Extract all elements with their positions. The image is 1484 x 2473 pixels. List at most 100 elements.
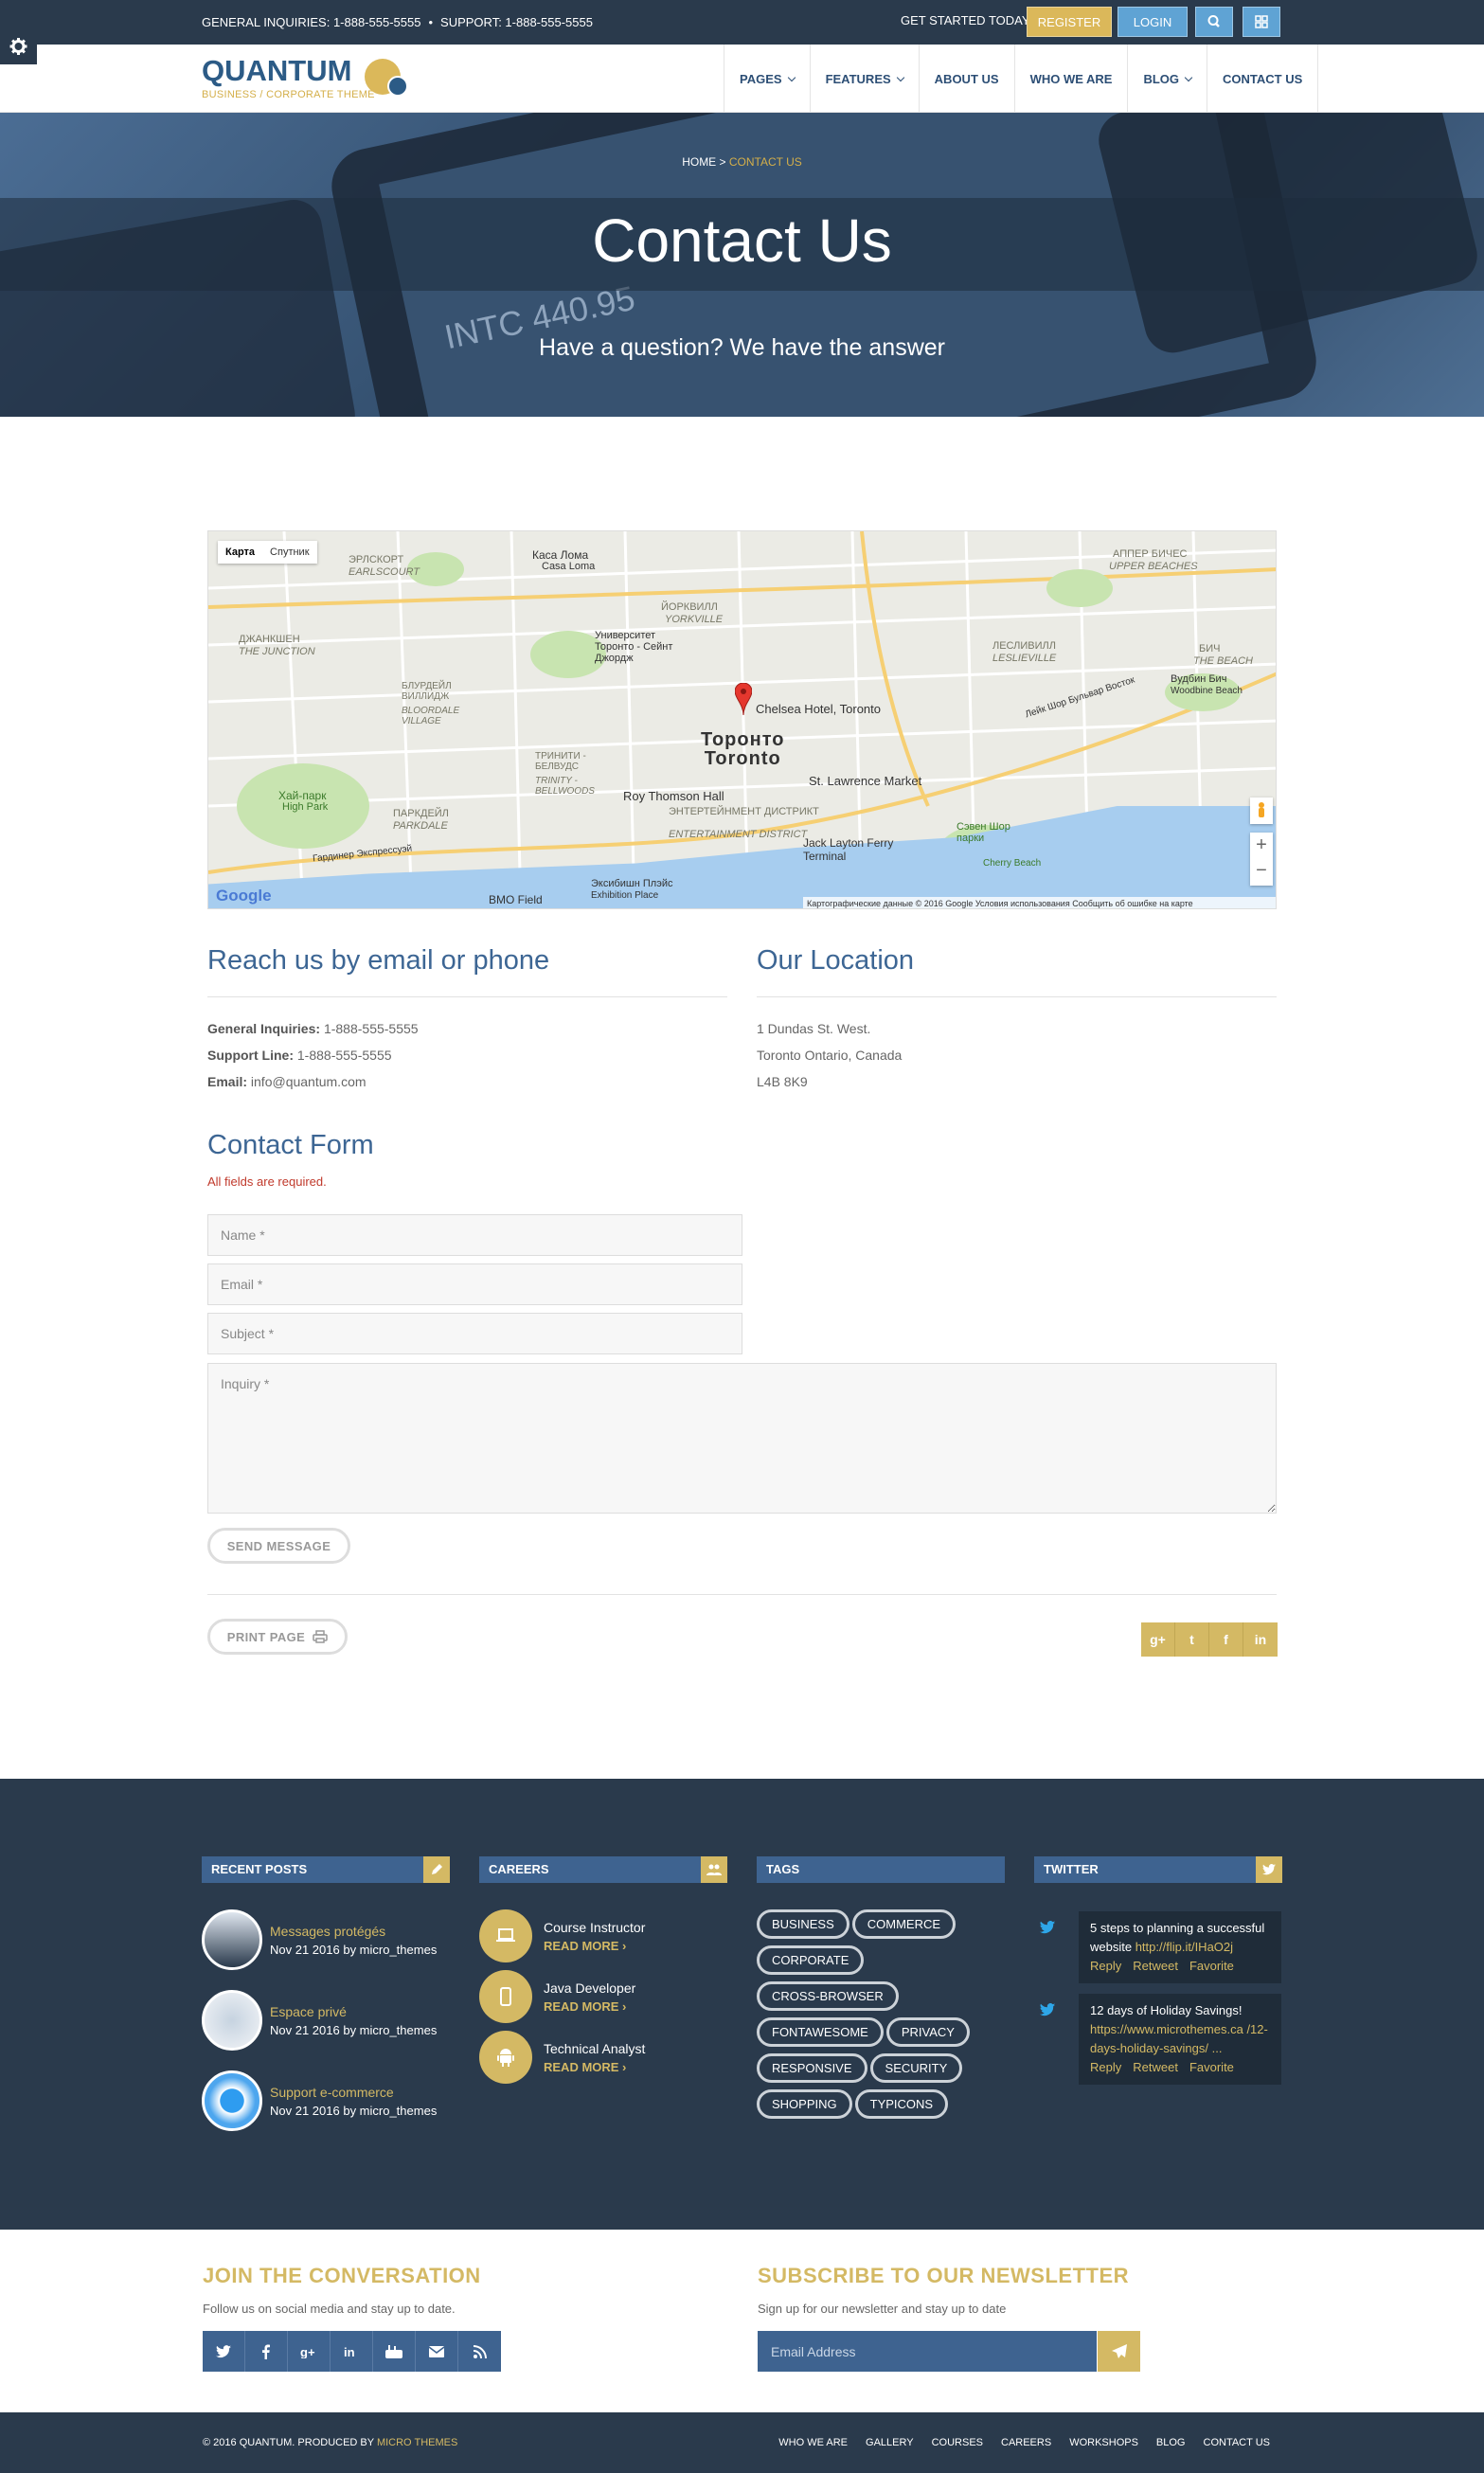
map-label: ЭНТЕРТЕЙНМЕНТ ДИСТРИКТ (669, 806, 819, 817)
career-item[interactable]: Java Developer READ MORE › (479, 1970, 635, 2023)
post-meta: Nov 21 2016 by micro_themes (270, 2103, 438, 2118)
social-email-button[interactable] (416, 2331, 458, 2372)
site-header: QUANTUM BUSINESS / CORPORATE THEME PAGES… (0, 45, 1484, 113)
breadcrumb-home[interactable]: HOME (682, 155, 716, 169)
email-input[interactable] (207, 1263, 742, 1305)
share-facebook-button[interactable]: f (1209, 1622, 1243, 1657)
tag-commerce[interactable]: COMMERCE (851, 1909, 957, 1939)
general-inquiries-label: General Inquiries: (207, 1021, 321, 1036)
gear-icon (9, 38, 27, 55)
producer-link[interactable]: MICRO THEMES (377, 2437, 457, 2448)
share-linkedin-button[interactable]: in (1243, 1622, 1278, 1657)
our-location-heading: Our Location (757, 945, 915, 976)
tag-cross-browser[interactable]: CROSS-BROWSER (757, 1981, 899, 2011)
tweet-link[interactable]: https://www.microthemes.ca /12-days-holi… (1090, 2022, 1268, 2055)
newsletter-email-input[interactable] (758, 2331, 1097, 2372)
inquiry-textarea[interactable] (207, 1363, 1277, 1514)
tag-privacy[interactable]: PRIVACY (885, 2017, 970, 2047)
footer-link-workshops[interactable]: WORKSHOPS (1069, 2437, 1138, 2448)
tag-corporate[interactable]: CORPORATE (757, 1945, 865, 1975)
social-googleplus-button[interactable]: g+ (288, 2331, 331, 2372)
map-tab-satellite[interactable]: Спутник (262, 541, 316, 564)
subject-input[interactable] (207, 1313, 742, 1354)
map-tab-map[interactable]: Карта (218, 541, 262, 564)
tag-business[interactable]: BUSINESS (757, 1909, 849, 1939)
nav-item-who-we-are[interactable]: WHO WE ARE (1015, 45, 1129, 113)
footer-link-courses[interactable]: COURSES (932, 2437, 983, 2448)
tweet-favorite-link[interactable]: Favorite (1189, 1959, 1234, 1973)
copyright: © 2016 QUANTUM. PRODUCED BY MICRO THEMES (203, 2437, 457, 2448)
send-message-button[interactable]: SEND MESSAGE (207, 1528, 350, 1564)
footer-link-who-we-are[interactable]: WHO WE ARE (778, 2437, 848, 2448)
tweet-favorite-link[interactable]: Favorite (1189, 2060, 1234, 2074)
zoom-in-button[interactable]: + (1250, 833, 1273, 858)
logo-tagline: BUSINESS / CORPORATE THEME (202, 89, 375, 100)
map-label: АППЕР БИЧЕС (1113, 548, 1188, 560)
twitter-bird-icon (1039, 2003, 1056, 2016)
reach-us-heading: Reach us by email or phone (207, 945, 550, 976)
register-button[interactable]: REGISTER (1027, 7, 1112, 37)
social-linkedin-button[interactable]: in (331, 2331, 373, 2372)
topbar-contact: GENERAL INQUIRIES: 1-888-555-5555 • SUPPOR… (202, 15, 593, 29)
logo[interactable]: QUANTUM BUSINESS / CORPORATE THEME (202, 56, 375, 101)
style-switcher-toggle[interactable] (0, 28, 37, 64)
social-links: g+ in (203, 2331, 501, 2372)
footer-link-careers[interactable]: CAREERS (1001, 2437, 1051, 2448)
tag-responsive[interactable]: RESPONSIVE (757, 2053, 867, 2083)
map-zoom-control: + − (1250, 833, 1273, 886)
tag-shopping[interactable]: SHOPPING (757, 2089, 852, 2119)
recent-post[interactable]: Espace privé Nov 21 2016 by micro_themes (202, 1990, 437, 2051)
map-marker-icon[interactable] (735, 683, 752, 715)
name-input[interactable] (207, 1214, 742, 1256)
tweet-link[interactable]: http://flip.it/IHaO2j (1135, 1940, 1233, 1954)
nav-item-pages[interactable]: PAGES (724, 45, 811, 113)
logo-mark-icon (365, 59, 408, 97)
map-label: High Park (282, 801, 329, 813)
tweet-reply-link[interactable]: Reply (1090, 1959, 1121, 1973)
chevron-down-icon (1184, 73, 1193, 81)
footer-link-gallery[interactable]: GALLERY (866, 2437, 914, 2448)
tag-fontawesome[interactable]: FONTAWESOME (757, 2017, 884, 2047)
post-title[interactable]: Support e-commerce (270, 2085, 437, 2100)
print-page-button[interactable]: PRINT PAGE (207, 1619, 348, 1655)
zoom-out-button[interactable]: − (1250, 858, 1273, 884)
map-label: THE BEACH (1193, 655, 1253, 667)
footer-link-blog[interactable]: BLOG (1156, 2437, 1186, 2448)
tweet-reply-link[interactable]: Reply (1090, 2060, 1121, 2074)
nav-item-features[interactable]: FEATURES (811, 45, 920, 113)
map-label: Roy Thomson Hall (623, 789, 724, 803)
read-more-link[interactable]: READ MORE › (544, 2060, 645, 2074)
tag-typicons[interactable]: TYPICONS (854, 2089, 949, 2119)
tag-security[interactable]: SECURITY (869, 2053, 963, 2083)
search-button[interactable] (1195, 7, 1233, 37)
map-attribution[interactable]: Картографические данные © 2016 Google Ус… (803, 897, 1276, 908)
map-label: Хай-парк (278, 789, 327, 802)
google-map[interactable]: Карта Спутник Каса Лома Casa Loma ЭРЛСКО… (207, 530, 1277, 909)
tags-title: TAGS (766, 1862, 800, 1876)
newsletter-submit-button[interactable] (1098, 2331, 1140, 2372)
read-more-link[interactable]: READ MORE › (544, 1999, 635, 2014)
read-more-link[interactable]: READ MORE › (544, 1939, 645, 1953)
apps-button[interactable] (1243, 7, 1280, 37)
nav-item-about-us[interactable]: ABOUT US (920, 45, 1015, 113)
tweet-retweet-link[interactable]: Retweet (1133, 2060, 1178, 2074)
social-facebook-button[interactable] (245, 2331, 288, 2372)
tweet-retweet-link[interactable]: Retweet (1133, 1959, 1178, 1973)
career-item[interactable]: Technical Analyst READ MORE › (479, 2031, 645, 2084)
nav-item-blog[interactable]: BLOG (1128, 45, 1208, 113)
post-title[interactable]: Espace privé (270, 2004, 437, 2019)
social-twitter-button[interactable] (203, 2331, 245, 2372)
recent-post[interactable]: Messages protégés Nov 21 2016 by micro_th… (202, 1909, 437, 1970)
share-googleplus-button[interactable]: g+ (1141, 1622, 1175, 1657)
login-button[interactable]: LOGIN (1117, 7, 1188, 37)
post-title[interactable]: Messages protégés (270, 1924, 437, 1939)
nav-item-contact-us[interactable]: CONTACT US (1207, 45, 1319, 113)
recent-post[interactable]: Support e-commerce Nov 21 2016 by micro_t… (202, 2070, 437, 2131)
social-rss-button[interactable] (458, 2331, 501, 2372)
social-youtube-button[interactable] (373, 2331, 416, 2372)
share-twitter-button[interactable]: t (1175, 1622, 1209, 1657)
street-view-pegman-icon[interactable] (1250, 797, 1273, 824)
email-value[interactable]: info@quantum.com (251, 1074, 367, 1089)
footer-link-contact-us[interactable]: CONTACT US (1204, 2437, 1271, 2448)
career-item[interactable]: Course Instructor READ MORE › (479, 1909, 645, 1962)
